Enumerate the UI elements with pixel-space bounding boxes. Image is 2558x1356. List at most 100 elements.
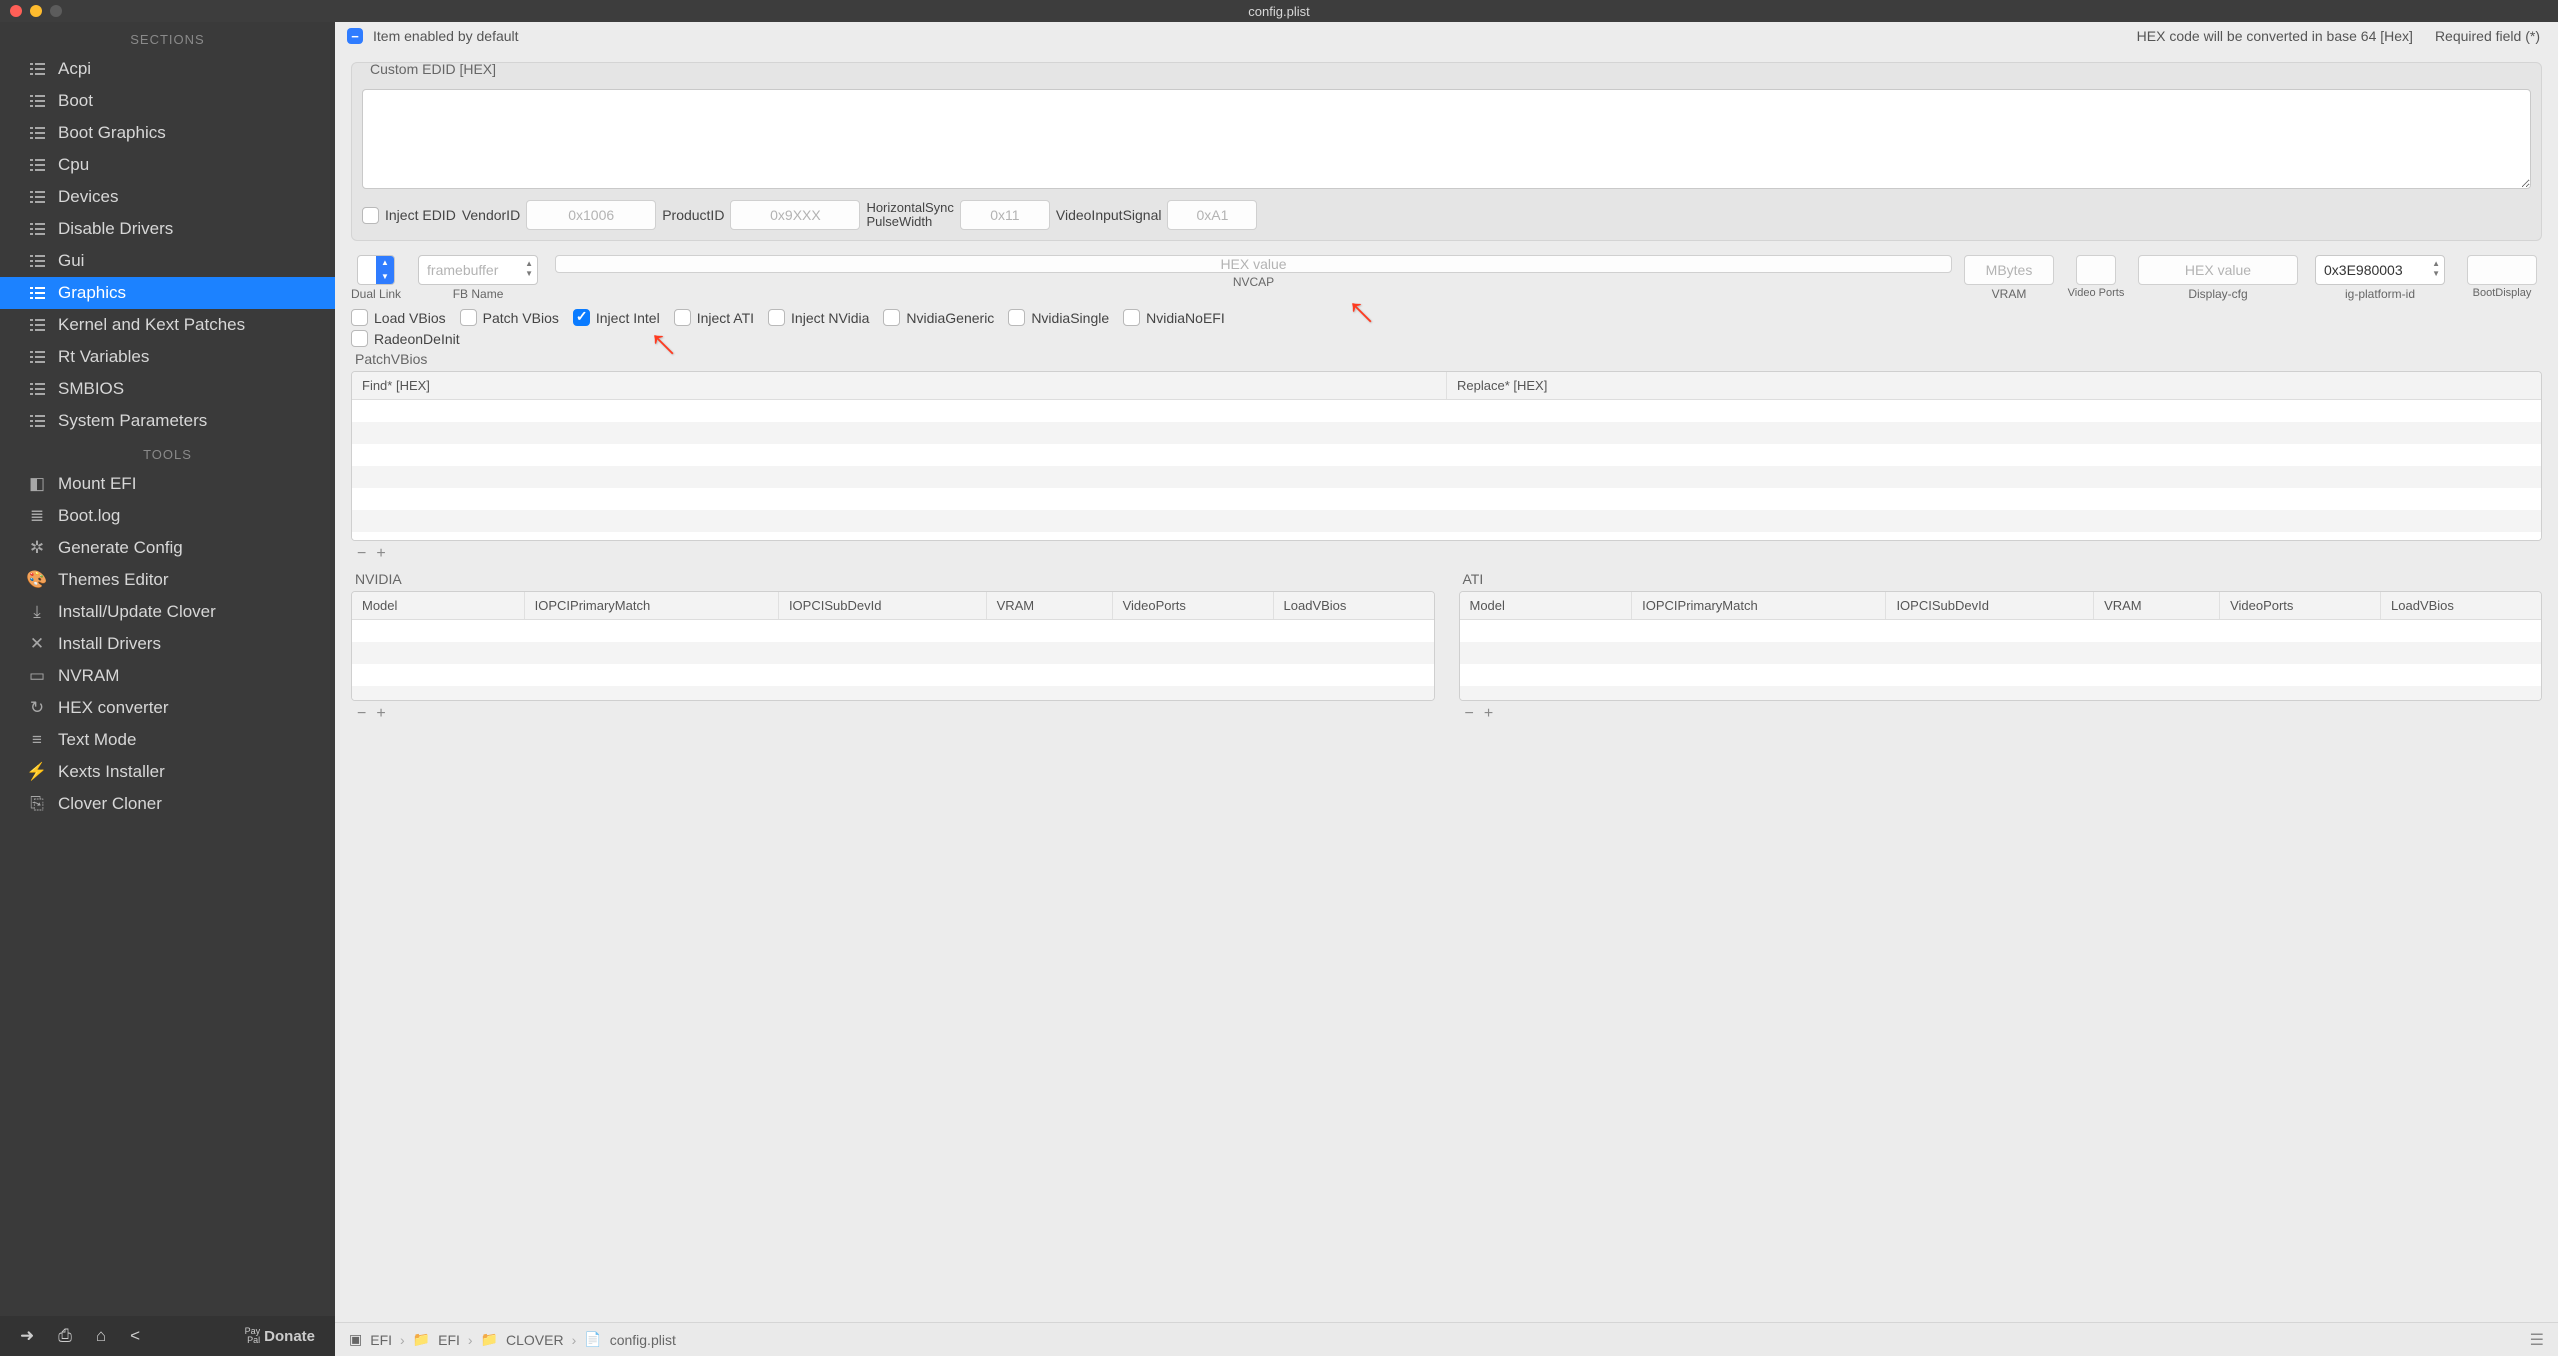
nvidia-single-checkbox[interactable] <box>1008 309 1025 326</box>
tool-themes-editor[interactable]: 🎨Themes Editor <box>0 564 335 596</box>
home-icon[interactable]: ⌂ <box>96 1326 106 1346</box>
col-replace[interactable]: Replace* [HEX] <box>1447 372 2541 399</box>
load-vbios-checkbox[interactable] <box>351 309 368 326</box>
crumb-efi[interactable]: EFI <box>438 1332 460 1348</box>
ig-platform-combo[interactable]: 0x3E980003 ▲▼ <box>2315 255 2445 285</box>
add-row-button[interactable]: + <box>376 545 385 563</box>
export-icon[interactable]: ⎙ <box>58 1326 72 1346</box>
tool-generate-config[interactable]: ✲Generate Config <box>0 532 335 564</box>
ati-body[interactable] <box>1460 620 2542 700</box>
col-videoports[interactable]: VideoPorts <box>1113 592 1274 619</box>
video-ports-label: Video Ports <box>2068 287 2125 299</box>
col-vram[interactable]: VRAM <box>987 592 1113 619</box>
col-loadvbios[interactable]: LoadVBios <box>1274 592 1434 619</box>
list-icon <box>30 159 45 171</box>
sidebar-item-boot[interactable]: Boot <box>0 85 335 117</box>
tool-install-clover[interactable]: ⤓Install/Update Clover <box>0 596 335 628</box>
sidebar-item-gui[interactable]: Gui <box>0 245 335 277</box>
col-iopcisub[interactable]: IOPCISubDevId <box>779 592 987 619</box>
hsync-input[interactable] <box>960 200 1050 230</box>
col-iopciprimary[interactable]: IOPCIPrimaryMatch <box>1632 592 1886 619</box>
breadcrumb: ▣ EFI › 📁 EFI › 📁 CLOVER › 📄 config.plis… <box>335 1322 2558 1356</box>
sidebar-item-graphics[interactable]: Graphics <box>0 277 335 309</box>
text-icon: ≡ <box>28 730 46 750</box>
tool-text-mode[interactable]: ≡Text Mode <box>0 724 335 756</box>
videoinput-input[interactable] <box>1167 200 1257 230</box>
inject-edid-checkbox[interactable] <box>362 207 379 224</box>
dual-link-label: Dual Link <box>351 287 401 301</box>
hex-note-label: HEX code will be converted in base 64 [H… <box>2137 28 2413 44</box>
ati-remove-button[interactable]: − <box>1465 705 1474 723</box>
nvidia-remove-button[interactable]: − <box>357 705 366 723</box>
col-vram[interactable]: VRAM <box>2094 592 2220 619</box>
download-icon: ⤓ <box>28 602 46 622</box>
patchvbios-body[interactable] <box>352 400 2541 540</box>
tool-clover-cloner[interactable]: ⎘Clover Cloner <box>0 788 335 820</box>
tool-nvram[interactable]: ▭NVRAM <box>0 660 335 692</box>
close-icon[interactable] <box>10 5 22 17</box>
col-iopcisub[interactable]: IOPCISubDevId <box>1886 592 2094 619</box>
nvidia-generic-checkbox[interactable] <box>883 309 900 326</box>
copy-icon: ⎘ <box>28 794 46 814</box>
sidebar-item-cpu[interactable]: Cpu <box>0 149 335 181</box>
tools-icon: ✕ <box>28 634 46 654</box>
col-iopciprimary[interactable]: IOPCIPrimaryMatch <box>525 592 779 619</box>
ati-add-button[interactable]: + <box>1484 705 1493 723</box>
vendor-id-label: VendorID <box>462 207 520 223</box>
share-icon[interactable]: < <box>130 1326 140 1346</box>
sidebar-item-devices[interactable]: Devices <box>0 181 335 213</box>
remove-row-button[interactable]: − <box>357 545 366 563</box>
custom-edid-group: Custom EDID [HEX] Inject EDID VendorID P… <box>351 62 2542 241</box>
boot-display-label: BootDisplay <box>2473 287 2532 299</box>
sidebar-item-boot-graphics[interactable]: Boot Graphics <box>0 117 335 149</box>
tool-boot-log[interactable]: ≣Boot.log <box>0 500 335 532</box>
window-title: config.plist <box>1248 4 1309 19</box>
fb-name-combo[interactable]: framebuffer ▲▼ <box>418 255 538 285</box>
crumb-efi-vol[interactable]: EFI <box>370 1332 392 1348</box>
nvcap-input[interactable] <box>555 255 1952 273</box>
col-model[interactable]: Model <box>352 592 525 619</box>
product-id-input[interactable] <box>730 200 860 230</box>
sidebar-item-system-parameters[interactable]: System Parameters <box>0 405 335 437</box>
col-find[interactable]: Find* [HEX] <box>352 372 1447 399</box>
inject-ati-checkbox[interactable] <box>674 309 691 326</box>
radeon-deinit-checkbox[interactable] <box>351 330 368 347</box>
sidebar-item-kernel-kext[interactable]: Kernel and Kext Patches <box>0 309 335 341</box>
sidebar-item-smbios[interactable]: SMBIOS <box>0 373 335 405</box>
video-ports-input[interactable] <box>2076 255 2116 285</box>
crumb-file[interactable]: config.plist <box>610 1332 676 1348</box>
tool-kexts-installer[interactable]: ⚡Kexts Installer <box>0 756 335 788</box>
tool-hex-converter[interactable]: ↻HEX converter <box>0 692 335 724</box>
crumb-clover[interactable]: CLOVER <box>506 1332 564 1348</box>
vram-label: VRAM <box>1992 287 2027 301</box>
sidebar-footer: ➜ ⎙ ⌂ < PayPalDonate <box>0 1316 335 1356</box>
col-loadvbios[interactable]: LoadVBios <box>2381 592 2541 619</box>
minimize-icon[interactable] <box>30 5 42 17</box>
nvidia-add-button[interactable]: + <box>376 705 385 723</box>
custom-edid-textarea[interactable] <box>362 89 2531 189</box>
sidebar-item-rt-variables[interactable]: Rt Variables <box>0 341 335 373</box>
donate-button[interactable]: PayPalDonate <box>245 1327 315 1345</box>
tool-mount-efi[interactable]: ◧Mount EFI <box>0 468 335 500</box>
dual-link-stepper[interactable]: ▲▼ <box>357 255 395 285</box>
vendor-id-input[interactable] <box>526 200 656 230</box>
nvidia-noefi-checkbox[interactable] <box>1123 309 1140 326</box>
sidebar-item-acpi[interactable]: Acpi <box>0 53 335 85</box>
col-videoports[interactable]: VideoPorts <box>2220 592 2381 619</box>
inject-nvidia-checkbox[interactable] <box>768 309 785 326</box>
zoom-icon[interactable] <box>50 5 62 17</box>
inject-intel-checkbox[interactable] <box>573 309 590 326</box>
vram-input[interactable] <box>1964 255 2054 285</box>
sidebar-item-disable-drivers[interactable]: Disable Drivers <box>0 213 335 245</box>
tool-install-drivers[interactable]: ✕Install Drivers <box>0 628 335 660</box>
ig-platform-label: ig-platform-id <box>2345 287 2415 301</box>
display-cfg-input[interactable] <box>2138 255 2298 285</box>
boot-display-input[interactable] <box>2467 255 2537 285</box>
list-icon <box>30 63 45 75</box>
titlebar: config.plist <box>0 0 2558 22</box>
patch-vbios-checkbox[interactable] <box>460 309 477 326</box>
import-icon[interactable]: ➜ <box>20 1326 34 1346</box>
nvidia-body[interactable] <box>352 620 1434 700</box>
menu-icon[interactable]: ☰ <box>2530 1330 2544 1350</box>
col-model[interactable]: Model <box>1460 592 1633 619</box>
